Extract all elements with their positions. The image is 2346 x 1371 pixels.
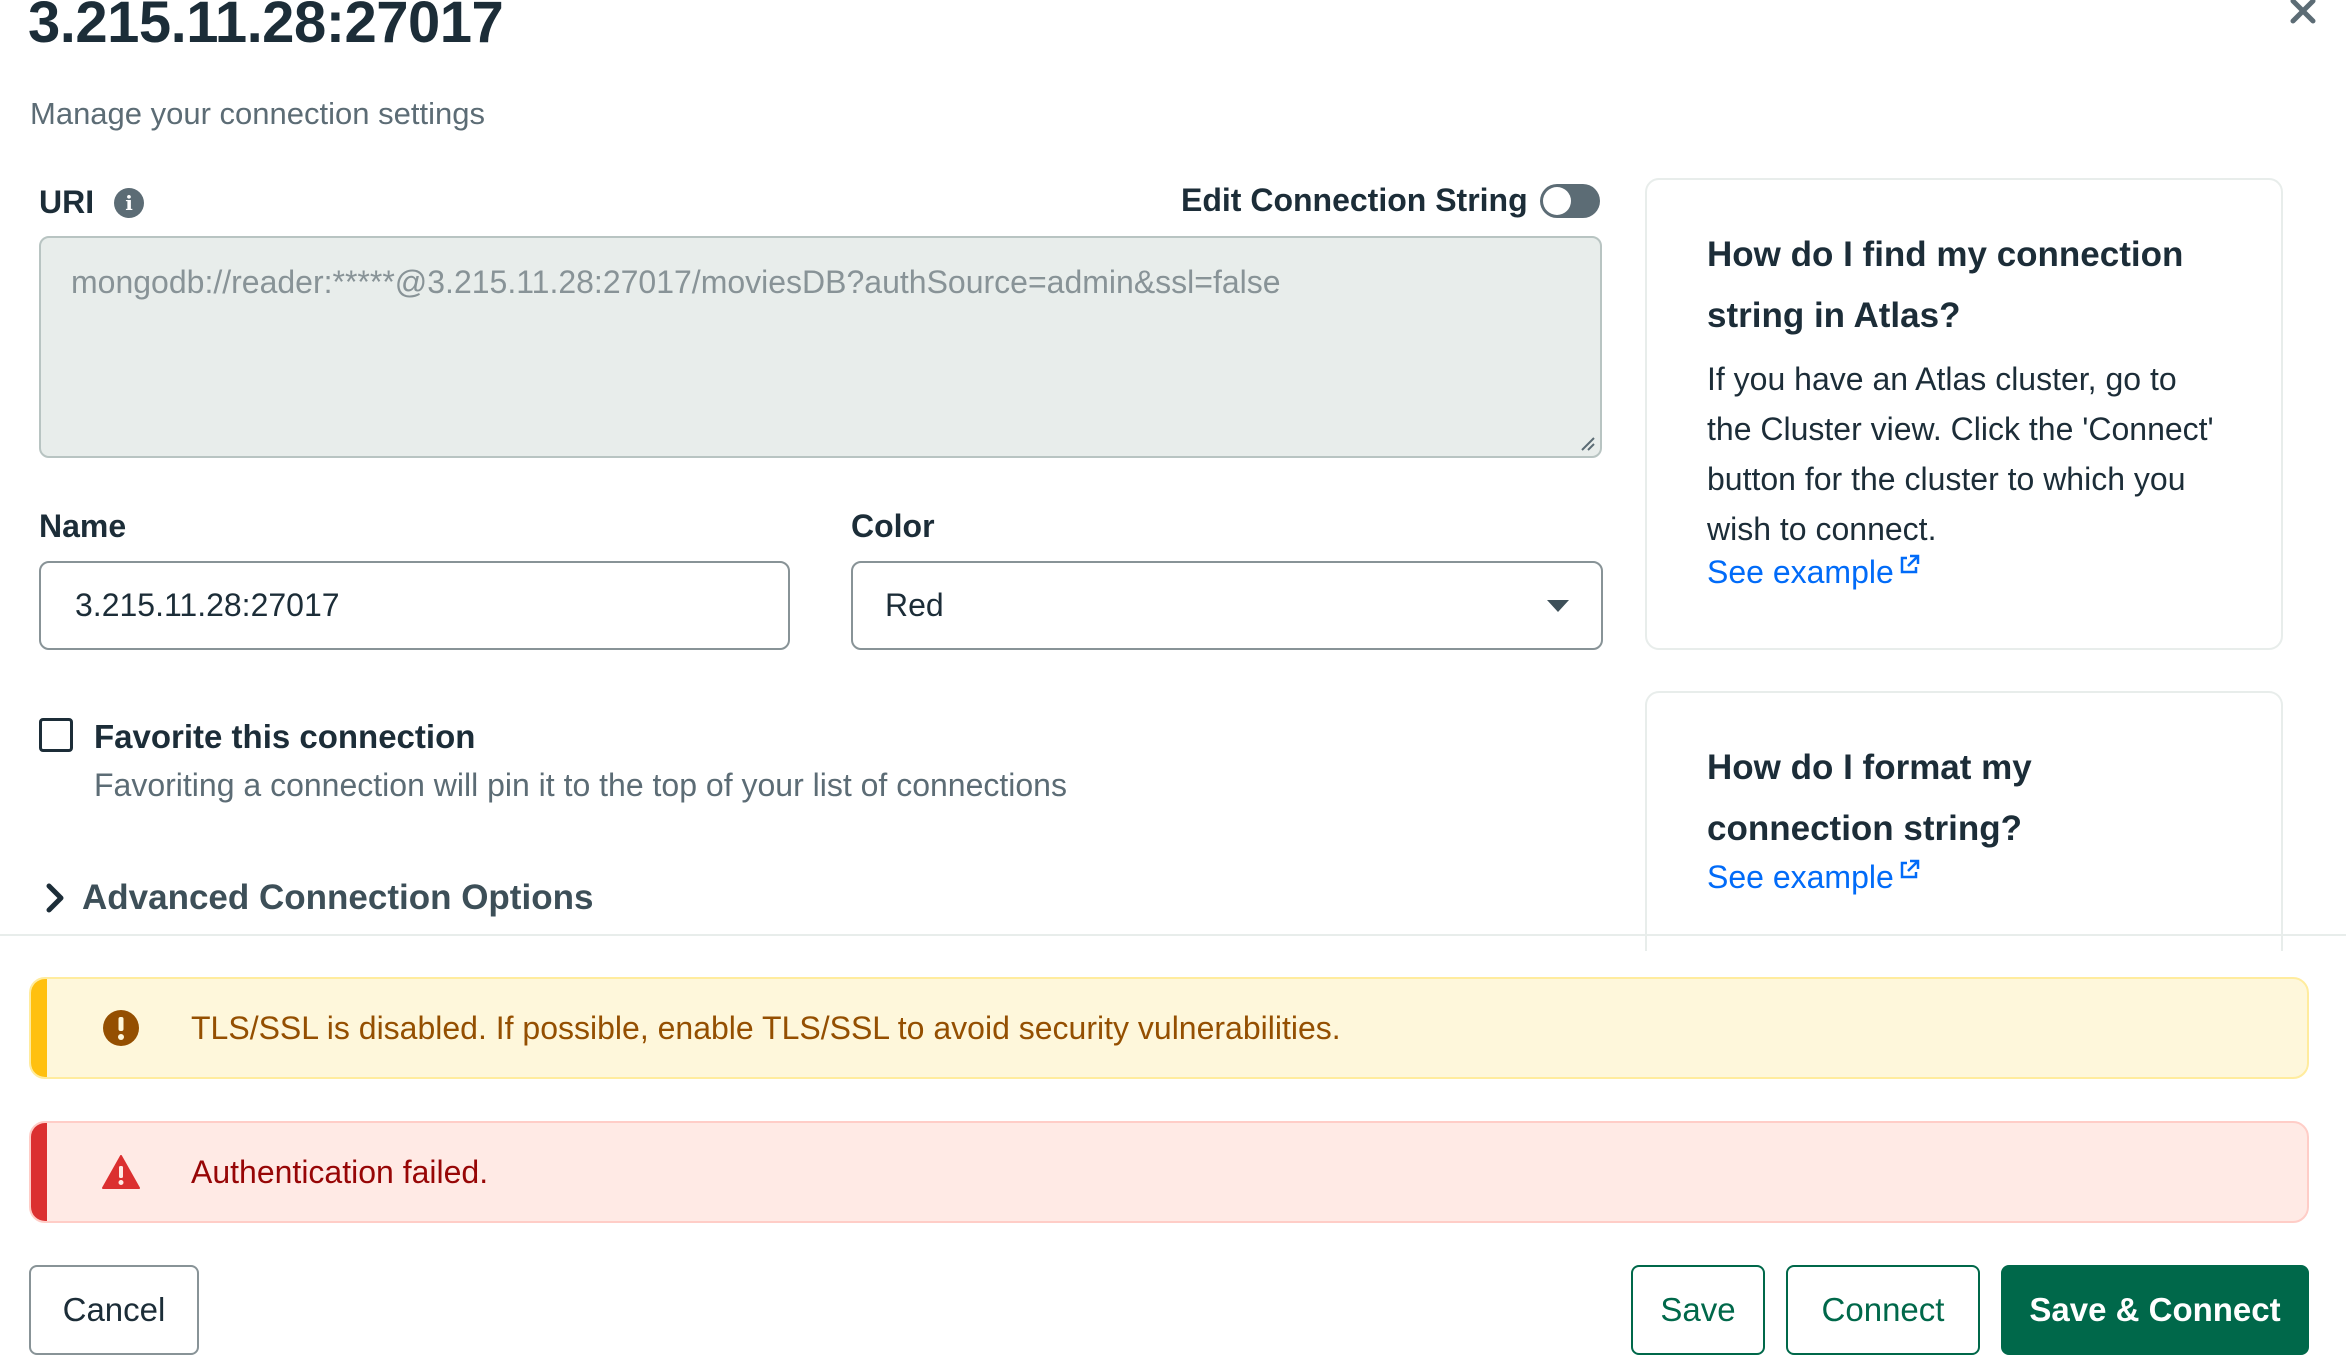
form-divider [0,934,2346,936]
help-card-format: How do I format my connection string? Se… [1645,691,2283,951]
auth-error-banner: Authentication failed. [29,1121,2309,1223]
warning-text: TLS/SSL is disabled. If possible, enable… [191,1009,1341,1046]
edit-connection-string-toggle-row: Edit Connection String [1181,182,1600,219]
name-label: Name [39,508,127,544]
close-button[interactable] [2280,0,2326,28]
external-link-icon [1900,554,1920,574]
cancel-button[interactable]: Cancel [29,1265,199,1355]
uri-value: mongodb://reader:*****@3.215.11.28:27017… [71,264,1281,300]
warning-circle-icon [101,1008,141,1048]
uri-label-row: URI i [39,184,145,221]
edit-connection-string-toggle[interactable] [1539,183,1600,218]
connect-button[interactable]: Connect [1786,1265,1980,1355]
see-example-label: See example [1707,554,1894,590]
toggle-knob [1542,186,1571,215]
edit-connection-string-label: Edit Connection String [1181,182,1528,218]
color-select[interactable]: Red [851,561,1603,650]
banner-stripe [31,979,47,1077]
name-input-value: 3.215.11.28:27017 [75,587,340,623]
favorite-checkbox[interactable] [39,718,73,752]
see-example-link[interactable]: See example [1707,554,1920,591]
tls-warning-banner: TLS/SSL is disabled. If possible, enable… [29,977,2309,1079]
info-icon[interactable]: i [114,187,145,218]
uri-textarea[interactable]: mongodb://reader:*****@3.215.11.28:27017… [39,236,1602,458]
color-label: Color [851,508,935,544]
save-button[interactable]: Save [1631,1265,1765,1355]
see-example-link[interactable]: See example [1707,859,1920,896]
uri-label: URI [39,184,95,220]
color-select-value: Red [885,587,944,623]
error-text: Authentication failed. [191,1153,489,1190]
external-link-icon [1900,859,1920,879]
help-card-title: How do I find my connection string in At… [1707,235,2184,335]
save-and-connect-button[interactable]: Save & Connect [2001,1265,2309,1355]
close-icon [2290,0,2316,24]
name-input[interactable]: 3.215.11.28:27017 [39,561,790,650]
advanced-options-label: Advanced Connection Options [82,878,594,917]
help-card-title: How do I format my connection string? [1707,748,2032,848]
page-title: 3.215.11.28:27017 [28,0,504,55]
help-card-atlas: How do I find my connection string in At… [1645,178,2283,650]
caret-down-icon [1547,599,1569,612]
see-example-label: See example [1707,859,1894,895]
chevron-right-icon [46,883,64,913]
resize-grip-icon[interactable] [1578,434,1596,452]
warning-triangle-icon [101,1152,141,1192]
favorite-description: Favoriting a connection will pin it to t… [94,767,1067,803]
advanced-options-toggle[interactable]: Advanced Connection Options [44,878,593,918]
page-subtitle: Manage your connection settings [30,96,485,131]
favorite-label[interactable]: Favorite this connection [94,718,475,756]
banner-stripe [31,1123,47,1221]
help-card-body: If you have an Atlas cluster, go to the … [1707,361,2214,547]
